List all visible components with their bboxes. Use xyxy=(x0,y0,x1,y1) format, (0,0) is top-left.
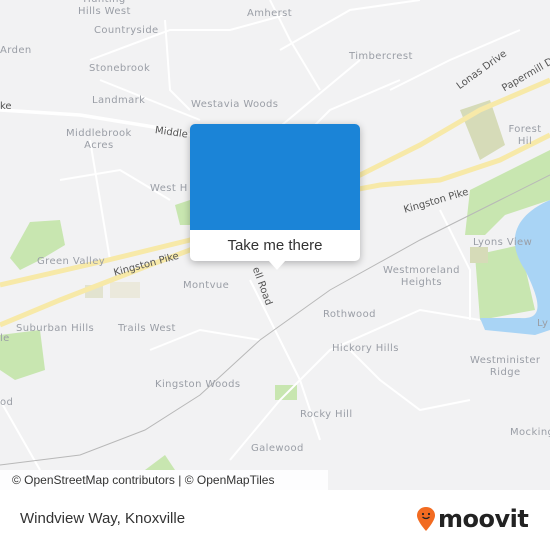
place-label-west-hills: West H xyxy=(150,183,188,194)
place-label-edge-wood: od xyxy=(0,397,14,408)
place-label-edge-ville: le xyxy=(0,333,10,344)
place-label-hickory-hills: Hickory Hills xyxy=(332,343,399,354)
place-label-westminister-ridge: Westminister Ridge xyxy=(470,355,541,378)
place-label-mockingbird: Mocking xyxy=(510,427,550,438)
popup-pointer xyxy=(268,260,286,270)
place-label-timbercrest: Timbercrest xyxy=(349,51,413,62)
map-attribution[interactable]: © OpenStreetMap contributors | © OpenMap… xyxy=(0,470,328,490)
place-label-landmark: Landmark xyxy=(92,95,146,106)
road-label-pike-edge: ke xyxy=(0,101,12,112)
place-label-hunting-hills-west: Hunting Hills West xyxy=(78,0,131,17)
place-label-countryside: Countryside xyxy=(94,25,159,36)
take-me-there-button[interactable]: Take me there xyxy=(190,230,360,261)
place-label-arden: Arden xyxy=(0,45,32,56)
moovit-wordmark: moovit xyxy=(438,505,529,533)
place-label-lyons-edge: Ly xyxy=(537,318,549,329)
place-label-green-valley: Green Valley xyxy=(37,256,106,267)
place-label-westmoreland-heights: Westmoreland Heights xyxy=(383,265,460,288)
place-label-kingston-woods: Kingston Woods xyxy=(155,379,241,390)
golf-area xyxy=(110,282,140,298)
place-label-forest-hills: Forest Hil xyxy=(508,124,542,147)
moovit-logo[interactable]: moovit xyxy=(416,504,529,534)
place-label-middlebrook-acres: Middlebrook Acres xyxy=(66,128,132,151)
place-label-rocky-hill: Rocky Hill xyxy=(300,409,353,420)
place-label-lyons-view: Lyons View xyxy=(473,237,533,248)
place-label-suburban-hills: Suburban Hills xyxy=(16,323,95,334)
location-title: Windview Way, Knoxville xyxy=(20,510,186,527)
park-area xyxy=(145,455,175,470)
place-label-amherst: Amherst xyxy=(247,8,293,19)
place-label-westavia-woods: Westavia Woods xyxy=(191,99,279,110)
golf-area xyxy=(470,247,488,263)
popup-image xyxy=(190,124,360,230)
place-label-trails-west: Trails West xyxy=(118,323,176,334)
park-area xyxy=(175,200,190,225)
place-label-montvue: Montvue xyxy=(183,280,230,291)
moovit-pin-icon xyxy=(417,507,435,531)
place-label-rothwood: Rothwood xyxy=(323,309,376,320)
place-label-galewood: Galewood xyxy=(251,443,304,454)
place-label-stonebrook: Stonebrook xyxy=(89,63,151,74)
location-popup: Take me there xyxy=(190,124,360,270)
